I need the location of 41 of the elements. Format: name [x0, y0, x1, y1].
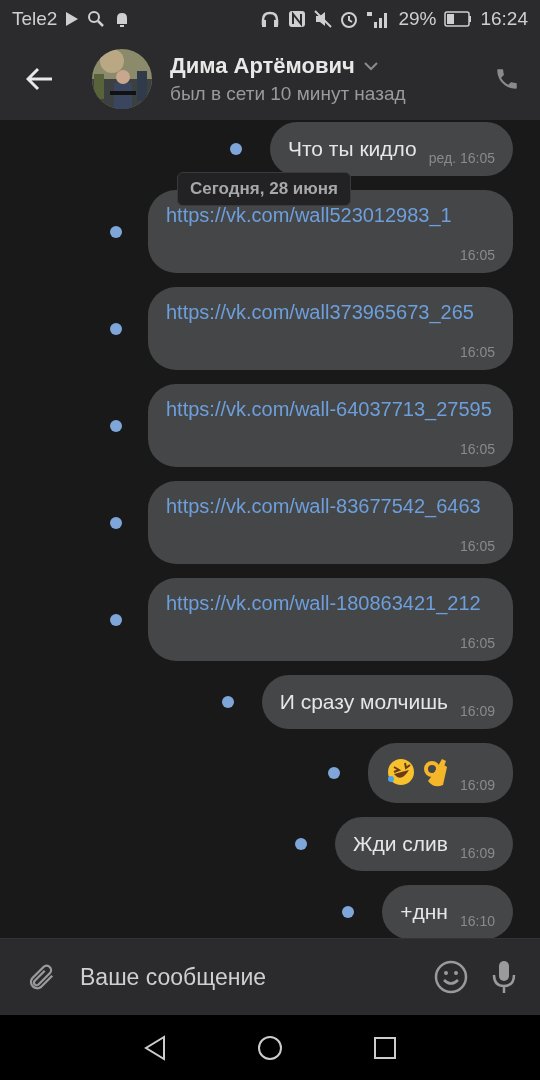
message-link[interactable]: https://vk.com/wall373965673_265 [166, 301, 474, 323]
clock-time: 16:24 [480, 8, 528, 30]
phone-icon[interactable] [494, 66, 520, 92]
battery-percent: 29% [398, 8, 437, 30]
microphone-icon[interactable] [490, 959, 518, 995]
message-text: Что ты кидло [287, 136, 417, 162]
message-time: ред. 16:05 [428, 150, 495, 166]
chevron-down-icon[interactable] [362, 61, 379, 71]
message-link[interactable]: https://vk.com/wall523012983_1 [166, 204, 452, 226]
message-text: Жди слив [353, 831, 448, 857]
message-time: 16:09 [459, 777, 495, 793]
back-arrow-icon[interactable] [26, 67, 54, 91]
date-badge: Сегодня, 28 июня [177, 172, 351, 206]
message-time: 16:05 [459, 538, 495, 554]
alarm-icon [340, 10, 359, 28]
message-time: 16:09 [459, 845, 495, 861]
message-time: 16:05 [459, 247, 495, 263]
message-link[interactable]: https://vk.com/wall-180863421_212 [166, 592, 481, 614]
message-text: И сразу молчишь [279, 689, 448, 715]
contact-name[interactable]: Дима Артёмович [170, 53, 355, 79]
message-time: 16:05 [459, 635, 495, 651]
mute-icon [314, 10, 333, 28]
message-time: 16:10 [459, 913, 495, 929]
message-link[interactable]: https://vk.com/wall-83677542_6463 [166, 495, 481, 517]
message-time: 16:05 [459, 344, 495, 360]
message-time: 16:09 [459, 703, 495, 719]
headphones-icon [260, 10, 281, 28]
search-icon [87, 10, 106, 28]
battery-icon [444, 11, 473, 27]
smiley-icon[interactable] [434, 960, 468, 994]
last-seen-status: был в сети 10 минут назад [170, 83, 407, 105]
play-icon [65, 11, 80, 27]
laughing-face-icon [385, 757, 416, 787]
message-link[interactable]: https://vk.com/wall-64037713_27595 [166, 398, 492, 420]
home-circle-icon[interactable] [257, 1034, 283, 1061]
recents-square-icon[interactable] [373, 1035, 397, 1060]
message-text: +днн [400, 899, 448, 925]
back-triangle-icon[interactable] [143, 1034, 167, 1061]
nfc-icon [288, 10, 307, 28]
message-time: 16:05 [459, 441, 495, 457]
carrier-name: Tele2 [12, 8, 58, 30]
